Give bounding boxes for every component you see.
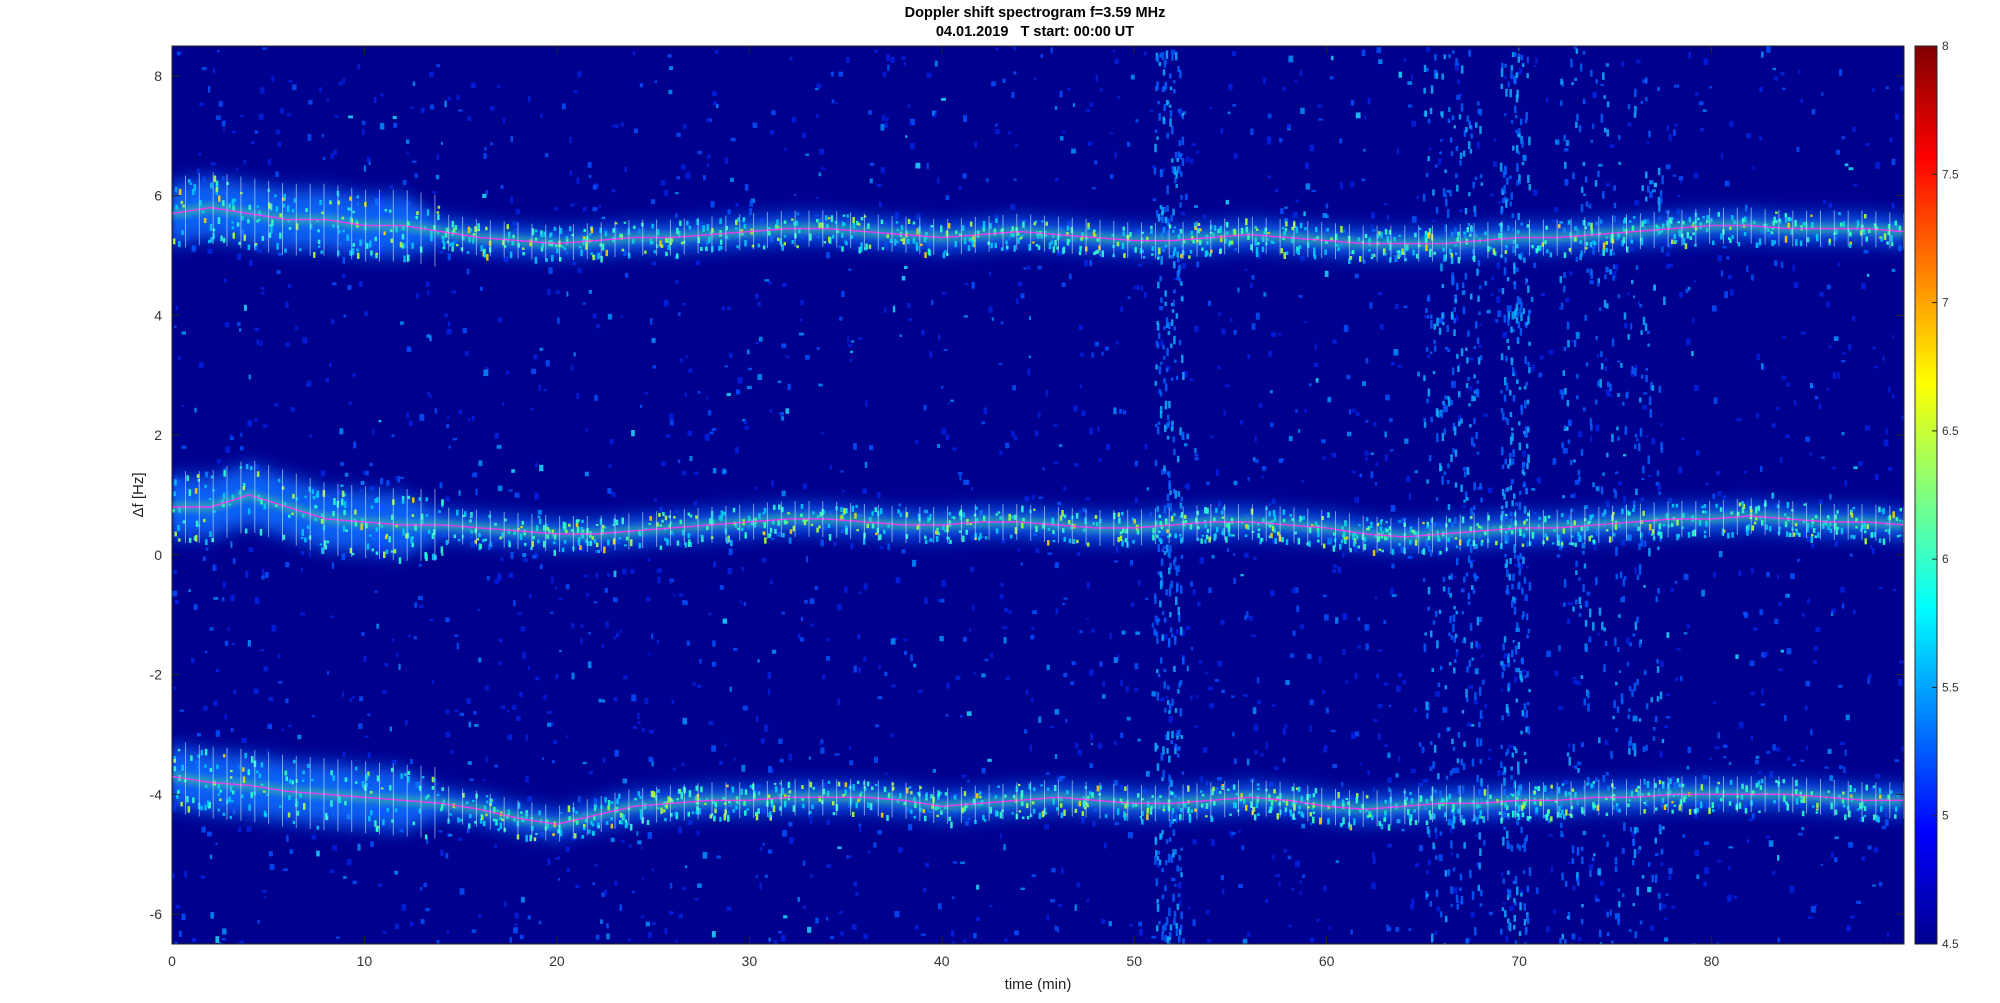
colorbar-tick-label: 5 (1942, 809, 1949, 823)
y-tick-label: 6 (154, 188, 162, 204)
x-tick-label: 70 (1511, 953, 1527, 969)
y-tick-label: -6 (150, 906, 163, 922)
y-tick-label: -4 (150, 786, 163, 802)
colorbar-tick-label: 5.5 (1942, 680, 1959, 694)
colorbar-tick-label: 6.5 (1942, 424, 1959, 438)
x-tick-label: 20 (549, 953, 565, 969)
y-tick-label: 4 (154, 307, 162, 323)
x-tick-label: 80 (1704, 953, 1720, 969)
colorbar-tick-label: 8 (1942, 39, 1949, 53)
y-tick-label: -2 (150, 667, 163, 683)
x-tick-label: 40 (934, 953, 950, 969)
colorbar-tick-label: 4.5 (1942, 937, 1959, 951)
colorbar-tick-label: 6 (1942, 552, 1949, 566)
x-tick-label: 10 (357, 953, 373, 969)
y-tick-label: 8 (154, 68, 162, 84)
colorbar-tick-label: 7 (1942, 296, 1949, 310)
x-tick-label: 0 (168, 953, 176, 969)
y-tick-label: 2 (154, 427, 162, 443)
colorbar-tick-label: 7.5 (1942, 167, 1959, 181)
x-axis-label: time (min) (1005, 976, 1072, 993)
x-tick-label: 30 (742, 953, 758, 969)
y-axis-label: Δf [Hz] (130, 472, 147, 517)
x-tick-label: 60 (1319, 953, 1335, 969)
spectrogram-chart: 0 10 20 30 40 50 60 70 8086420-2-4-6time (min)Δf… (130, 39, 1959, 993)
colorbar (1914, 45, 1938, 945)
x-tick-label: 50 (1126, 953, 1142, 969)
y-tick-label: 0 (154, 547, 162, 563)
